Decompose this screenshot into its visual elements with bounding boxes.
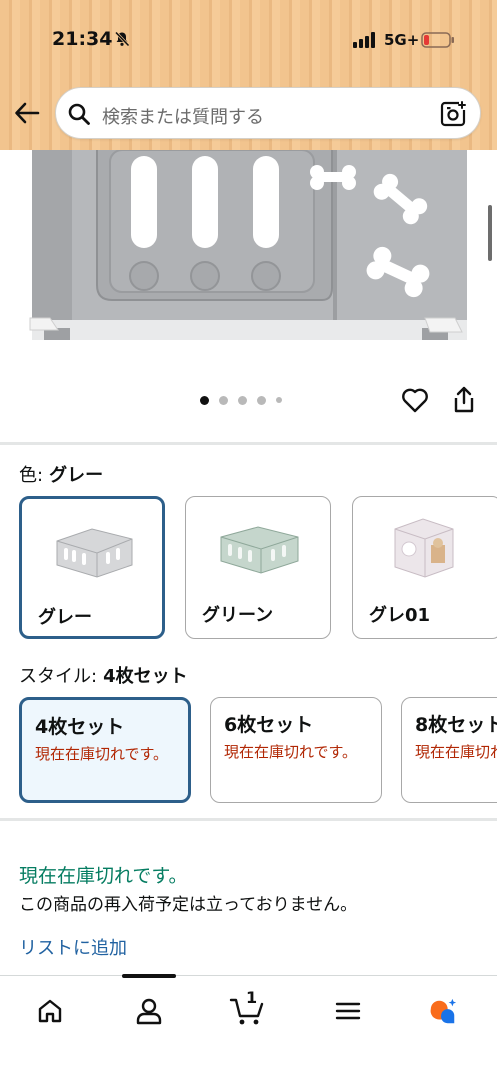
availability-status: 現在在庫切れです。 <box>19 865 188 887</box>
page-dot[interactable] <box>200 395 209 405</box>
page-dot[interactable] <box>238 395 247 405</box>
style-label-row: スタイル: 4枚セット <box>19 662 188 688</box>
gray01-playpen-thumbnail <box>394 518 454 578</box>
style-option-label: 8枚セット <box>415 714 497 736</box>
color-option-label: グレー <box>38 607 92 628</box>
search-bar[interactable]: 検索または質問する <box>55 87 481 139</box>
rufus-icon[interactable] <box>428 996 458 1026</box>
home-icon[interactable] <box>35 996 65 1026</box>
style-option-status: 現在在庫切れです。 <box>35 745 169 763</box>
signal-icon <box>353 32 375 48</box>
color-option-gray[interactable]: グレー <box>19 496 165 639</box>
image-pagination <box>200 393 282 407</box>
divider <box>0 818 497 821</box>
style-option-6[interactable]: 6枚セット 現在在庫切れです。 <box>210 697 382 803</box>
account-icon[interactable] <box>134 996 164 1026</box>
style-option-4[interactable]: 4枚セット 現在在庫切れです。 <box>19 697 191 803</box>
search-input[interactable]: 検索または質問する <box>102 103 264 129</box>
active-tab-indicator <box>122 974 176 978</box>
status-bar: 21:34 5G+ <box>0 0 497 80</box>
battery-icon <box>421 32 454 48</box>
divider <box>0 442 497 445</box>
color-option-gray01[interactable]: グレ01 <box>352 496 497 639</box>
style-option-status: 現在在庫切れです。 <box>415 743 497 761</box>
back-arrow-icon[interactable] <box>14 101 40 125</box>
restock-message: この商品の再入荷予定は立っておりません。 <box>19 895 358 915</box>
share-icon[interactable] <box>452 386 476 414</box>
color-option-label: グリーン <box>202 605 274 626</box>
color-label-row: 色: グレー <box>19 461 103 487</box>
page-dot[interactable] <box>219 395 228 405</box>
add-to-list-link[interactable]: リストに追加 <box>19 934 127 960</box>
style-label: スタイル: <box>19 666 98 687</box>
playpen-image <box>29 149 467 340</box>
color-label: 色: <box>19 465 44 486</box>
gray-playpen-thumbnail <box>56 528 133 578</box>
status-time: 21:34 <box>52 28 113 50</box>
scrollbar[interactable] <box>488 205 492 261</box>
bottom-nav: 1 <box>0 974 497 1080</box>
style-selected: 4枚セット <box>103 666 188 687</box>
style-option-label: 6枚セット <box>224 714 314 736</box>
menu-icon[interactable] <box>333 996 363 1026</box>
network-type: 5G+ <box>384 31 420 49</box>
silent-bell-icon <box>114 31 130 47</box>
camera-search-icon[interactable] <box>439 100 467 128</box>
cart-count: 1 <box>246 988 258 1007</box>
cart-button[interactable]: 1 <box>229 988 269 1028</box>
search-icon <box>68 103 90 125</box>
color-option-label: グレ01 <box>369 605 431 626</box>
style-option-8[interactable]: 8枚セット 現在在庫切れです。 <box>401 697 497 803</box>
color-option-green[interactable]: グリーン <box>185 496 331 639</box>
product-image[interactable] <box>0 149 497 385</box>
green-playpen-thumbnail <box>220 526 299 574</box>
heart-icon[interactable] <box>401 387 429 413</box>
style-option-status: 現在在庫切れです。 <box>224 743 358 761</box>
style-option-label: 4枚セット <box>35 716 125 738</box>
page-dot[interactable] <box>257 395 266 405</box>
page-dot[interactable] <box>276 397 282 403</box>
color-selected: グレー <box>49 465 104 486</box>
header: 21:34 5G+ 検索または質問する <box>0 0 497 150</box>
